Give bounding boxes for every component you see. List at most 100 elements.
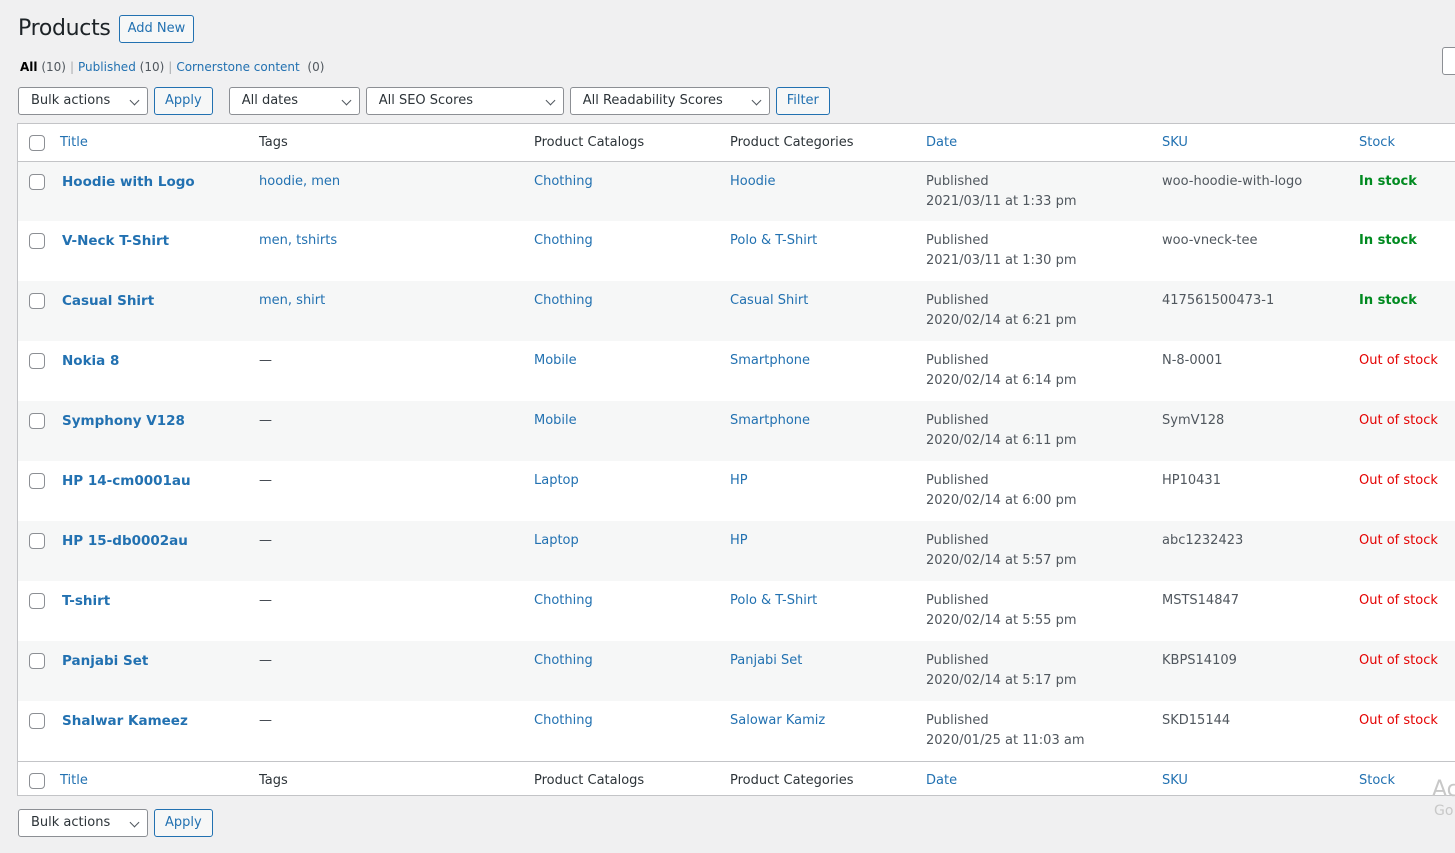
column-categories-footer: Product Categories [730,760,926,798]
product-tags-empty: — [259,653,272,668]
product-tags-link[interactable]: hoodie, men [259,174,340,189]
filter-button[interactable]: Filter [775,87,830,115]
product-date: 2020/01/25 at 11:03 am [926,733,1085,748]
product-status: Published [926,413,989,428]
product-title-link[interactable]: V-Neck T-Shirt [62,233,169,249]
select-all-checkbox-footer[interactable] [29,772,45,789]
add-new-button[interactable]: Add New [118,15,195,43]
product-catalog-link[interactable]: Laptop [534,533,579,548]
tablenav-bottom: Bulk actions Apply [18,809,213,837]
product-catalog-link[interactable]: Mobile [534,413,577,428]
product-title-link[interactable]: Shalwar Kameez [62,713,188,729]
product-sku: woo-hoodie-with-logo [1162,173,1303,189]
select-all-checkbox[interactable] [29,135,45,151]
column-catalogs: Product Catalogs [534,124,730,162]
product-catalog-link[interactable]: Chothing [534,233,593,248]
column-date[interactable]: Date [926,124,1162,162]
activation-watermark: Ac [1432,777,1455,802]
product-title-link[interactable]: Symphony V128 [62,413,185,429]
readability-filter-select[interactable]: All Readability Scores [569,87,770,115]
product-title-link[interactable]: Hoodie with Logo [62,174,195,190]
row-checkbox[interactable] [29,233,45,249]
view-published-link[interactable]: Published (10) [78,60,164,74]
product-category-link[interactable]: Panjabi Set [730,653,802,668]
column-title-footer[interactable]: Title [60,760,259,798]
view-cornerstone-link[interactable]: Cornerstone content (0) [176,60,324,74]
product-catalog-link[interactable]: Chothing [534,713,593,728]
row-checkbox[interactable] [29,593,45,609]
column-stock[interactable]: Stock [1359,124,1455,162]
product-category-link[interactable]: Polo & T-Shirt [730,233,817,248]
apply-button-bottom[interactable]: Apply [154,809,213,837]
product-title-link[interactable]: Nokia 8 [62,353,119,369]
row-checkbox[interactable] [29,653,45,669]
apply-button[interactable]: Apply [154,87,213,115]
product-category-link[interactable]: Smartphone [730,353,810,368]
product-status: Published [926,293,989,308]
product-title-link[interactable]: HP 15-db0002au [62,533,188,549]
product-title-link[interactable]: Casual Shirt [62,293,154,309]
row-checkbox[interactable] [29,293,45,309]
column-sku[interactable]: SKU [1162,124,1359,162]
product-catalog-link[interactable]: Chothing [534,293,593,308]
bulk-actions-select[interactable]: Bulk actions [18,87,148,115]
view-all-count: (10) [41,60,66,74]
chevron-down-icon [751,95,762,106]
product-tags-link[interactable]: men, tshirts [259,233,337,248]
column-sku-footer[interactable]: SKU [1162,760,1359,798]
screen-options-button[interactable] [1442,47,1455,75]
product-status: Published [926,653,989,668]
product-catalog-link[interactable]: Chothing [534,174,593,189]
row-checkbox[interactable] [29,413,45,429]
product-catalog-link[interactable]: Chothing [534,593,593,608]
stock-status-badge: Out of stock [1359,593,1438,608]
product-catalog-link[interactable]: Mobile [534,353,577,368]
row-checkbox[interactable] [29,473,45,489]
view-cornerstone-label: Cornerstone content [176,60,300,74]
row-checkbox[interactable] [29,353,45,369]
row-checkbox[interactable] [29,173,45,190]
row-checkbox[interactable] [29,713,45,729]
product-category-link[interactable]: HP [730,473,748,488]
view-all-label: All [20,60,38,74]
product-catalog-link[interactable]: Chothing [534,653,593,668]
product-title-link[interactable]: HP 14-cm0001au [62,473,191,489]
product-date: 2021/03/11 at 1:30 pm [926,253,1077,268]
seo-score-filter-select[interactable]: All SEO Scores [365,87,564,115]
bulk-actions-select-bottom[interactable]: Bulk actions [18,809,148,837]
product-sku: KBPS14109 [1162,653,1237,668]
product-tags-link[interactable]: men, shirt [259,293,325,308]
product-title-link[interactable]: T-shirt [62,593,110,609]
product-catalog-link[interactable]: Laptop [534,473,579,488]
seo-score-filter-value: All SEO Scores [378,93,473,108]
bulk-actions-value: Bulk actions [31,93,111,108]
activation-watermark-sub: Go [1434,803,1454,819]
dates-filter-select[interactable]: All dates [228,87,360,115]
readability-filter-value: All Readability Scores [582,93,723,108]
product-date: 2020/02/14 at 5:17 pm [926,673,1077,688]
product-status: Published [926,173,989,189]
separator: | [69,60,75,74]
table-footer-row: Title Tags Product Catalogs Product Cate… [18,760,1455,798]
column-date-footer[interactable]: Date [926,760,1162,798]
product-category-link[interactable]: Hoodie [730,174,776,189]
product-title-link[interactable]: Panjabi Set [62,653,148,669]
chevron-down-icon [129,95,140,106]
product-category-link[interactable]: Casual Shirt [730,293,808,308]
column-title[interactable]: Title [60,124,259,162]
product-category-link[interactable]: Polo & T-Shirt [730,593,817,608]
product-category-link[interactable]: HP [730,533,748,548]
product-date: 2020/02/14 at 6:00 pm [926,493,1077,508]
product-status: Published [926,713,989,728]
product-tags-empty: — [259,413,272,428]
row-checkbox[interactable] [29,533,45,549]
chevron-down-icon [545,95,556,106]
product-category-link[interactable]: Salowar Kamiz [730,713,825,728]
product-status: Published [926,233,989,248]
product-sku: HP10431 [1162,473,1221,488]
stock-status-badge: In stock [1359,173,1417,189]
column-catalogs-footer: Product Catalogs [534,760,730,798]
stock-status-badge: Out of stock [1359,353,1438,368]
view-all-link[interactable]: All (10) [20,60,66,74]
product-category-link[interactable]: Smartphone [730,413,810,428]
